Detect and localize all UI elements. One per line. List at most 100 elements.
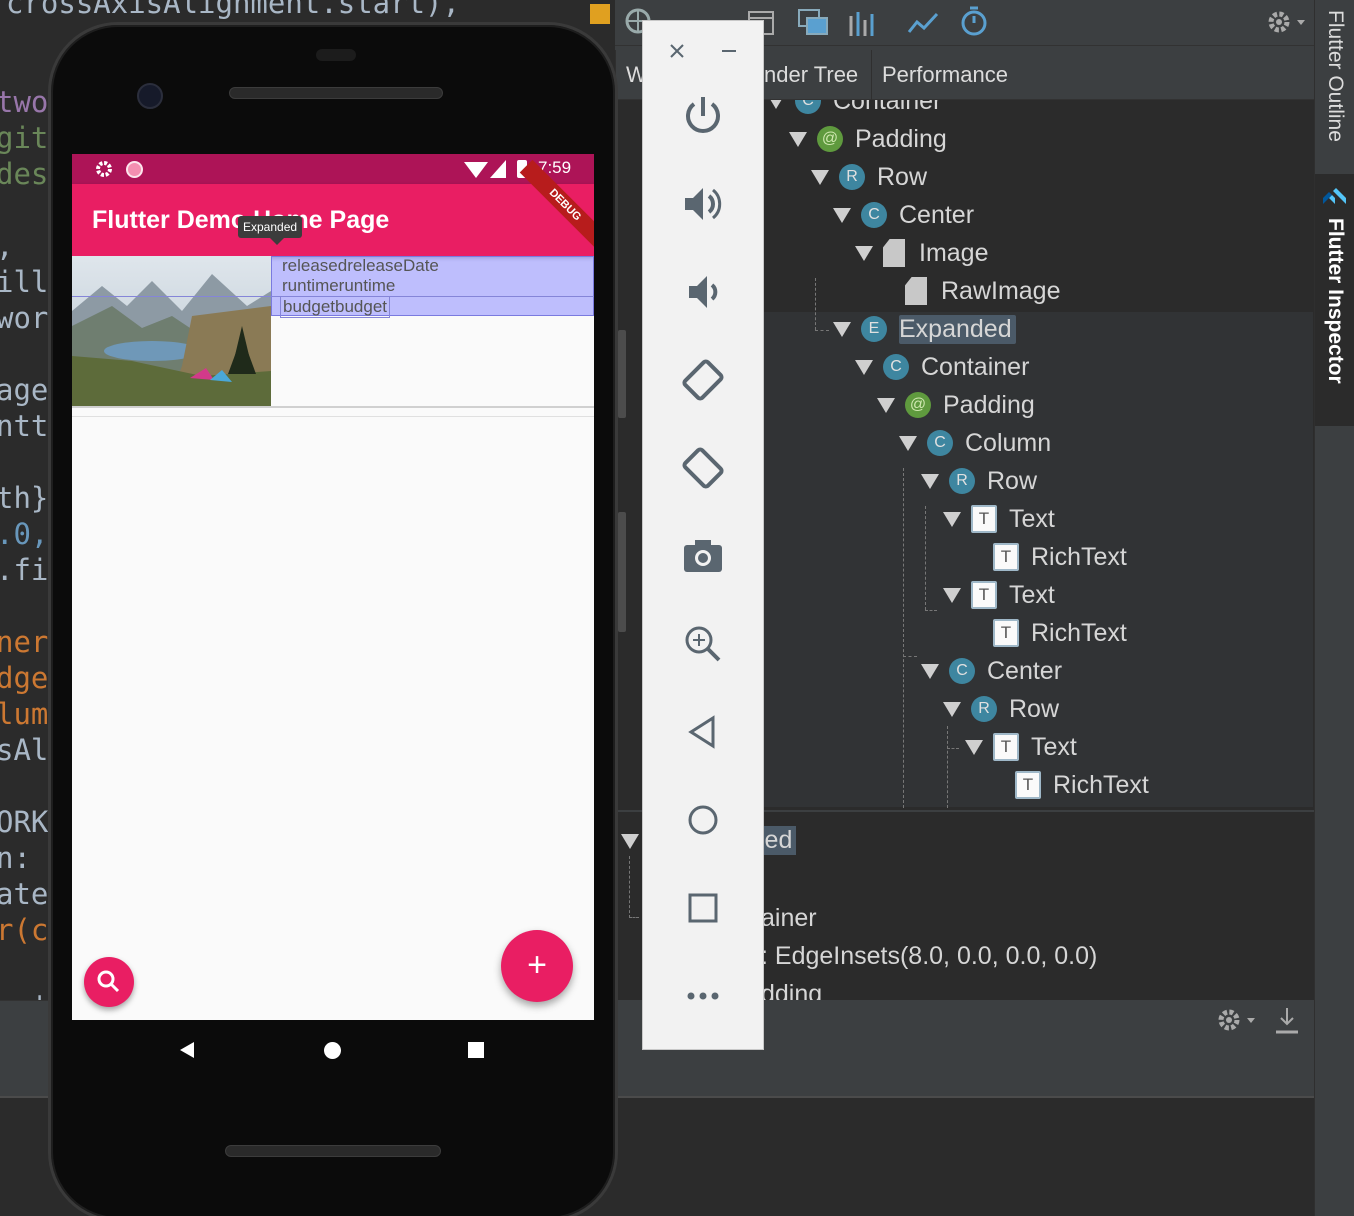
expand-triangle-icon[interactable] [789, 131, 807, 147]
expand-triangle-icon[interactable] [855, 359, 873, 375]
text-runtime: runtimeruntime [282, 276, 396, 295]
expand-triangle-icon[interactable] [899, 435, 917, 451]
tree-node-container[interactable]: C Container [767, 100, 941, 120]
volume-up-icon [685, 188, 722, 220]
flutter-logo-icon [1323, 188, 1346, 204]
widget-type-icon: T [971, 581, 997, 609]
tab-render-tree[interactable]: nder Tree [753, 50, 868, 100]
volume-up-button[interactable] [674, 175, 732, 233]
performance-overlay-icon[interactable] [847, 8, 881, 38]
tree-node-column[interactable]: C Column [899, 424, 1051, 462]
minimize-icon[interactable] [719, 41, 739, 61]
rotate-left-button[interactable] [674, 351, 732, 409]
timer-icon[interactable] [959, 4, 989, 38]
tree-node-text[interactable]: T Text [943, 500, 1055, 538]
zoom-icon [685, 626, 721, 662]
phone-power-button[interactable] [618, 330, 626, 418]
movie-poster-image [72, 256, 271, 406]
tree-node-text[interactable]: T Text [965, 728, 1077, 766]
splitter-handle[interactable] [947, 812, 977, 815]
tree-node-row[interactable]: R Row [811, 158, 927, 196]
memory-chart-icon[interactable] [907, 8, 941, 38]
tree-node-container[interactable]: C Container [855, 348, 1029, 386]
widget-type-icon: T [1015, 771, 1041, 799]
expand-triangle-icon[interactable] [833, 207, 851, 223]
power-button[interactable] [674, 87, 732, 145]
code-line: age [0, 373, 49, 407]
expand-triangle-icon[interactable] [877, 397, 895, 413]
code-line: ntt [0, 409, 49, 443]
settings-gear-icon[interactable] [1265, 8, 1307, 36]
phone-screen[interactable]: 7:59 Flutter Demo Home Page DEBUG Expand… [72, 154, 594, 1020]
nav-home-icon[interactable] [324, 1042, 341, 1059]
phone-volume-button[interactable] [618, 512, 626, 632]
tree-node-row[interactable]: R Row [943, 690, 1059, 728]
widget-type-icon: E [861, 316, 887, 342]
emulator-toolbar [642, 20, 764, 1050]
tree-node-label: RichText [1031, 542, 1127, 571]
details-line-padding-value: : EdgeInsets(8.0, 0.0, 0.0, 0.0) [761, 942, 1098, 970]
ide-window: crossAxisAlignment.start), twogitdes,ill… [0, 0, 1354, 1216]
download-icon[interactable] [1273, 1006, 1301, 1036]
widget-type-icon [905, 277, 927, 305]
expand-triangle-icon[interactable] [767, 100, 785, 109]
search-fab[interactable] [84, 957, 134, 1007]
tree-connector [815, 278, 816, 330]
expand-triangle-icon[interactable] [833, 321, 851, 337]
tree-node-richtext[interactable]: T RichText [1015, 766, 1149, 804]
code-line: two [0, 85, 49, 119]
tree-node-richtext[interactable]: T RichText [993, 614, 1127, 652]
overview-button[interactable] [674, 879, 732, 937]
marker-icon [590, 4, 610, 24]
tab-performance[interactable]: Performance [871, 50, 1018, 100]
code-line: wor [0, 301, 49, 335]
tab-flutter-outline[interactable]: Flutter Outline [1315, 0, 1354, 170]
expand-triangle-icon[interactable] [855, 245, 873, 261]
close-icon[interactable] [667, 41, 687, 61]
home-button[interactable] [674, 791, 732, 849]
tree-node-expanded[interactable]: E Expanded [833, 310, 1016, 348]
tree-node-label: Padding [943, 390, 1035, 419]
code-line: .fi [0, 553, 49, 587]
tree-node-image[interactable]: Image [855, 234, 988, 272]
expand-triangle-icon[interactable] [943, 587, 961, 603]
repaint-rainbow-icon[interactable] [797, 6, 831, 38]
flutter-inspector-label: Flutter Inspector [1324, 218, 1347, 384]
zoom-button[interactable] [674, 615, 732, 673]
tree-node-padding[interactable]: @ Padding [877, 386, 1035, 424]
expand-triangle-icon[interactable] [943, 511, 961, 527]
expand-triangle-icon[interactable] [921, 663, 939, 679]
tree-node-center[interactable]: C Center [833, 196, 974, 234]
add-fab[interactable]: + [501, 930, 573, 1002]
expand-triangle-icon[interactable] [943, 701, 961, 717]
code-line: ORK [0, 805, 49, 839]
details-line-container: ainer [761, 904, 817, 932]
camera-icon [684, 540, 722, 572]
expand-triangle-icon[interactable] [621, 834, 639, 849]
back-button[interactable] [674, 703, 732, 761]
nav-recents-icon[interactable] [468, 1042, 484, 1058]
tree-node-padding[interactable]: @ Padding [789, 120, 947, 158]
tree-node-row[interactable]: R Row [921, 462, 1037, 500]
tree-node-rawimage[interactable]: RawImage [905, 272, 1061, 310]
details-settings-gear-icon[interactable] [1215, 1006, 1257, 1034]
tree-node-text[interactable]: T Text [943, 576, 1055, 614]
rotate-right-button[interactable] [674, 439, 732, 497]
more-button[interactable] [674, 967, 732, 1025]
search-icon [97, 970, 120, 993]
expand-triangle-icon[interactable] [921, 473, 939, 489]
settings-icon [96, 161, 112, 177]
screenshot-button[interactable] [674, 527, 732, 585]
volume-down-button[interactable] [674, 263, 732, 321]
editor-top-line: crossAxisAlignment.start), [6, 0, 460, 20]
expand-triangle-icon[interactable] [811, 169, 829, 185]
nav-back-icon[interactable] [178, 1040, 198, 1060]
tree-connector [815, 330, 829, 331]
tab-flutter-inspector[interactable]: Flutter Inspector [1315, 174, 1354, 426]
android-nav-bar [72, 1020, 594, 1082]
tree-node-center[interactable]: C Center [921, 652, 1062, 690]
widget-type-icon: R [839, 164, 865, 190]
expand-triangle-icon[interactable] [965, 739, 983, 755]
widget-tree[interactable]: C Container @ Padding R Row C Center Image RawIma… [763, 100, 1313, 810]
tree-node-richtext[interactable]: T RichText [993, 538, 1127, 576]
